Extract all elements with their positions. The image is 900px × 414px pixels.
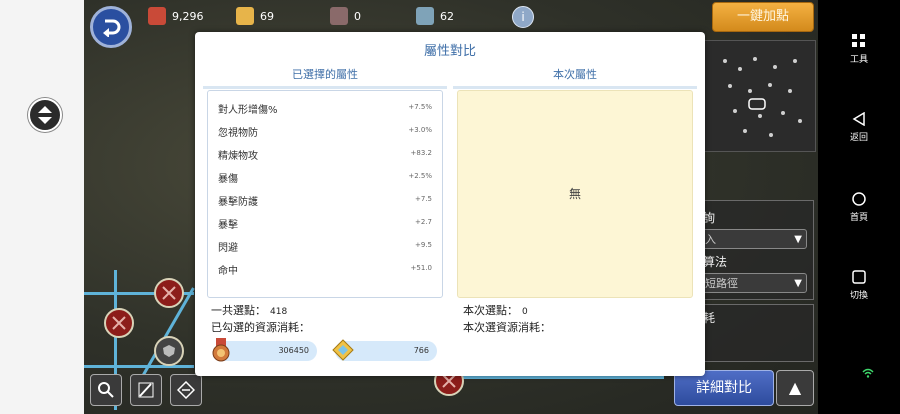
chevron-down-icon: ▼ — [794, 278, 802, 289]
system-nav-bar: 工具 返回 首頁 切換 — [818, 0, 900, 414]
attr-value: +83.2 — [410, 149, 432, 157]
zoom-icon — [98, 382, 114, 398]
return-arrow-icon — [103, 19, 121, 37]
skill-node[interactable] — [154, 278, 184, 308]
query-select[interactable]: 輸入 ▼ — [689, 229, 807, 249]
top-resource-bar: 9,296 69 0 62 i 一鍵加點 — [84, 0, 818, 48]
skill-node[interactable] — [104, 308, 134, 338]
attr-value: +7.5% — [408, 103, 432, 111]
attr-name: 對人形增傷% — [218, 105, 278, 116]
current-points-label: 本次選點： — [463, 304, 518, 317]
crossed-swords-icon — [112, 316, 126, 330]
cost-medal-value: 306450 — [278, 346, 309, 355]
algorithm-select[interactable]: 最短路徑 ▼ — [689, 273, 807, 293]
current-cost-label: 本次選資源消耗： — [463, 321, 551, 334]
attr-name: 命中 — [218, 266, 238, 277]
skill-node[interactable] — [154, 336, 184, 366]
attr-value: +2.5% — [408, 172, 432, 180]
info-icon[interactable]: i — [512, 6, 534, 28]
attr-value: +2.7 — [415, 218, 432, 226]
attr-value: +9.5 — [415, 241, 432, 249]
list-item: 命中 +51.0 — [218, 258, 432, 280]
empty-text: 無 — [568, 187, 581, 201]
resource-value: 69 — [260, 9, 274, 23]
list-item: 暴擊防護 +7.5 — [218, 189, 432, 211]
current-attrs-header: 本次屬性 — [453, 66, 697, 89]
back-nav[interactable]: 返回 — [818, 112, 900, 143]
crossed-swords-icon — [442, 374, 456, 388]
tools-label: 工具 — [849, 55, 868, 65]
chevron-down-icon: ▼ — [794, 234, 802, 245]
attr-name: 精煉物攻 — [218, 151, 258, 162]
attr-name: 暴傷 — [218, 174, 238, 185]
attr-name: 暴擊防護 — [218, 197, 258, 208]
attr-name: 暴擊 — [218, 220, 238, 231]
list-item: 對人形增傷% +7.5% — [218, 97, 432, 119]
shield-icon — [163, 345, 175, 357]
list-item: 閃避 +9.5 — [218, 235, 432, 257]
medal-icon — [148, 7, 166, 25]
list-item: 忽視物防 +3.0% — [218, 120, 432, 142]
resource-bag: 0 — [330, 6, 361, 26]
resource-gem: 69 — [236, 6, 274, 26]
tree-link — [84, 365, 194, 368]
wifi-icon — [862, 368, 874, 378]
attr-value: +3.0% — [408, 126, 432, 134]
attr-name: 忽視物防 — [218, 128, 258, 139]
left-system-bar — [0, 0, 84, 414]
gem-pile-icon — [332, 339, 354, 361]
attr-value: +7.5 — [415, 195, 432, 203]
total-points: 一共選點： 418 — [211, 302, 287, 318]
medal-icon — [212, 338, 230, 362]
selected-cost-label: 已勾選的資源消耗： — [211, 321, 310, 334]
zoom-tool-button[interactable] — [90, 374, 122, 406]
resource-medal: 9,296 — [148, 6, 204, 26]
resource-value: 0 — [354, 9, 361, 23]
path-icon — [177, 381, 195, 399]
crate-icon — [416, 7, 434, 25]
current-points-value: 0 — [522, 307, 528, 317]
switch-label: 切換 — [849, 291, 868, 301]
back-triangle-icon — [852, 112, 865, 126]
total-points-label: 一共選點： — [211, 304, 266, 317]
back-label: 返回 — [849, 133, 868, 143]
crossed-swords-icon — [162, 286, 176, 300]
floating-scroll-button[interactable] — [28, 98, 62, 132]
list-item: 精煉物攻 +83.2 — [218, 143, 432, 165]
back-button[interactable] — [90, 6, 132, 48]
home-label: 首頁 — [849, 213, 868, 223]
minimap[interactable] — [704, 40, 816, 152]
cost-gem-value: 766 — [413, 346, 429, 355]
attr-name: 閃避 — [218, 243, 238, 254]
total-points-value: 418 — [270, 307, 288, 317]
current-points: 本次選點： 0 — [463, 302, 528, 318]
selected-attrs-list[interactable]: 對人形增傷% +7.5% 忽視物防 +3.0% 精煉物攻 +83.2 暴傷 +2… — [207, 90, 443, 298]
attribute-compare-dialog: 屬性對比 已選擇的屬性 本次屬性 對人形增傷% +7.5% 忽視物防 +3.0%… — [195, 32, 705, 376]
list-item: 暴傷 +2.5% — [218, 166, 432, 188]
resource-value: 62 — [440, 9, 454, 23]
bag-icon — [330, 7, 348, 25]
tree-link — [444, 376, 664, 379]
resource-crate: 62 — [416, 6, 454, 26]
list-item: 暴擊 +2.7 — [218, 212, 432, 234]
current-attrs-box: 無 — [457, 90, 693, 298]
chevron-up-icon[interactable]: ▲ — [776, 370, 814, 406]
gem-pile-icon — [236, 7, 254, 25]
grid-icon — [852, 34, 865, 47]
home-circle-icon — [852, 192, 866, 206]
up-down-arrows-icon — [38, 106, 52, 124]
pencil-icon — [138, 382, 154, 398]
resource-value: 9,296 — [172, 9, 204, 23]
dialog-title: 屬性對比 — [423, 44, 476, 59]
home-nav[interactable]: 首頁 — [818, 192, 900, 223]
auto-add-points-button[interactable]: 一鍵加點 — [712, 2, 814, 32]
minimap-stars-icon — [723, 57, 802, 137]
edit-tool-button[interactable] — [130, 374, 162, 406]
selected-attrs-header: 已選擇的屬性 — [203, 66, 447, 89]
path-tool-button[interactable] — [170, 374, 202, 406]
switch-nav[interactable]: 切換 — [818, 270, 900, 301]
attr-value: +51.0 — [410, 264, 432, 272]
square-icon — [852, 270, 866, 284]
tools-nav[interactable]: 工具 — [818, 34, 900, 65]
